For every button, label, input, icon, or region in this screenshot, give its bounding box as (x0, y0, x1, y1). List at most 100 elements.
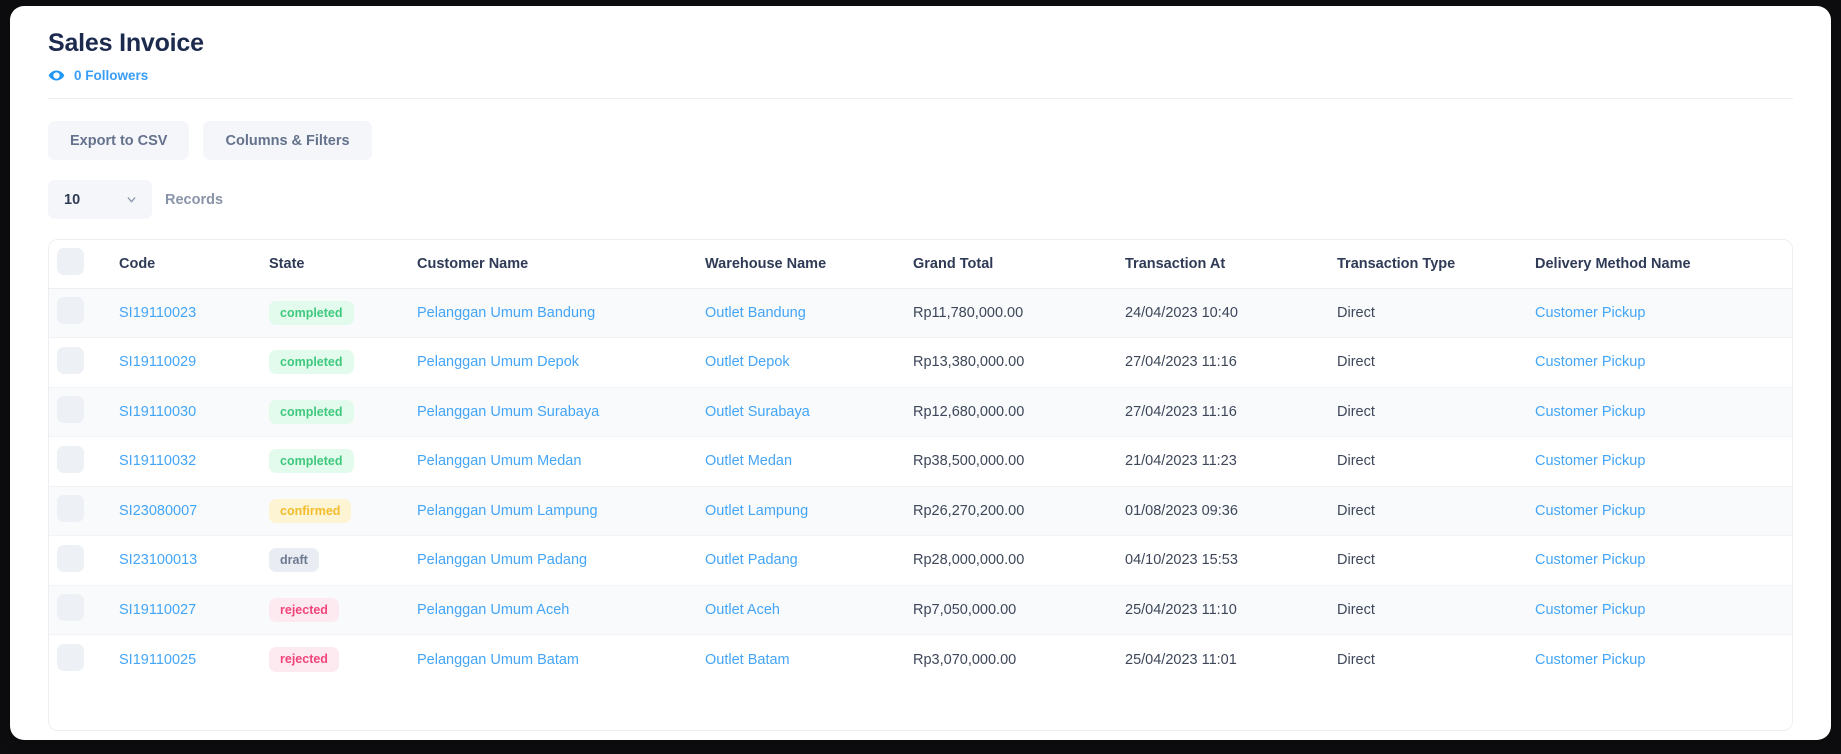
cell-state: rejected (261, 585, 409, 635)
cell-delivery-method-name: Customer Pickup (1527, 387, 1792, 437)
code-link[interactable]: SI19110032 (119, 453, 196, 469)
pagination-clipped (10, 739, 1831, 740)
cell-transaction-type: Direct (1329, 535, 1527, 586)
row-select-cell (49, 486, 111, 536)
status-badge: confirmed (269, 498, 352, 523)
column-header-delivery-method-name[interactable]: Delivery Method Name (1527, 240, 1792, 289)
warehouse-name-link[interactable]: Outlet Batam (705, 652, 790, 668)
cell-customer-name: Pelanggan Umum Surabaya (409, 387, 697, 437)
cell-grand-total: Rp28,000,000.00 (905, 535, 1117, 586)
code-link[interactable]: SI23100013 (119, 552, 197, 568)
warehouse-name-link[interactable]: Outlet Depok (705, 354, 790, 370)
cell-warehouse-name: Outlet Bandung (697, 288, 905, 338)
cell-transaction-type: Direct (1329, 387, 1527, 437)
cell-grand-total: Rp12,680,000.00 (905, 387, 1117, 437)
row-checkbox[interactable] (57, 346, 84, 374)
table-row[interactable]: SI19110029 completed Pelanggan Umum Depok O… (49, 337, 1792, 388)
cell-state: completed (261, 337, 409, 388)
table-row[interactable]: SI19110032 completed Pelanggan Umum Medan O… (49, 436, 1792, 487)
warehouse-name-link[interactable]: Outlet Surabaya (705, 404, 810, 420)
table-row[interactable]: SI19110023 completed Pelanggan Umum Bandun… (49, 288, 1792, 338)
customer-name-link[interactable]: Pelanggan Umum Batam (417, 652, 579, 668)
columns-and-filters-button[interactable]: Columns & Filters (203, 121, 372, 160)
export-to-csv-button[interactable]: Export to CSV (48, 121, 190, 160)
row-select-cell (49, 634, 111, 684)
delivery-method-link[interactable]: Customer Pickup (1535, 354, 1645, 370)
cell-transaction-type: Direct (1329, 337, 1527, 388)
delivery-method-link[interactable]: Customer Pickup (1535, 503, 1645, 519)
records-per-page-select[interactable]: 10 (48, 180, 152, 219)
cell-code: SI19110029 (111, 337, 261, 388)
row-checkbox[interactable] (57, 495, 84, 523)
code-link[interactable]: SI23080007 (119, 503, 197, 519)
table-row[interactable]: SI19110025 rejected Pelanggan Umum Batam Ou… (49, 634, 1792, 684)
customer-name-link[interactable]: Pelanggan Umum Medan (417, 453, 581, 469)
cell-warehouse-name: Outlet Batam (697, 634, 905, 684)
column-header-transaction-type[interactable]: Transaction Type (1329, 240, 1527, 289)
cell-code: SI23080007 (111, 486, 261, 536)
cell-customer-name: Pelanggan Umum Aceh (409, 585, 697, 635)
row-checkbox[interactable] (57, 396, 84, 424)
delivery-method-link[interactable]: Customer Pickup (1535, 602, 1645, 618)
warehouse-name-link[interactable]: Outlet Lampung (705, 503, 808, 519)
cell-grand-total: Rp26,270,200.00 (905, 486, 1117, 536)
customer-name-link[interactable]: Pelanggan Umum Aceh (417, 602, 569, 618)
followers-row[interactable]: 0 Followers (48, 67, 1793, 84)
select-all-checkbox[interactable] (57, 248, 84, 276)
table-row[interactable]: SI23100013 draft Pelanggan Umum Padang Outl… (49, 535, 1792, 586)
cell-warehouse-name: Outlet Surabaya (697, 387, 905, 437)
customer-name-link[interactable]: Pelanggan Umum Surabaya (417, 404, 599, 420)
table-head: Code State Customer Name Warehouse Name … (49, 240, 1792, 289)
status-badge: completed (269, 399, 354, 424)
row-checkbox[interactable] (57, 445, 84, 473)
code-link[interactable]: SI19110029 (119, 354, 196, 370)
column-header-code[interactable]: Code (111, 240, 261, 289)
code-link[interactable]: SI19110027 (119, 602, 196, 618)
delivery-method-link[interactable]: Customer Pickup (1535, 305, 1645, 321)
cell-warehouse-name: Outlet Medan (697, 436, 905, 487)
row-checkbox[interactable] (57, 644, 84, 671)
customer-name-link[interactable]: Pelanggan Umum Bandung (417, 305, 595, 321)
code-link[interactable]: SI19110023 (119, 305, 196, 321)
column-header-state[interactable]: State (261, 240, 409, 289)
row-checkbox[interactable] (57, 594, 84, 622)
warehouse-name-link[interactable]: Outlet Aceh (705, 602, 780, 618)
table-row[interactable]: SI23080007 confirmed Pelanggan Umum Lampun… (49, 486, 1792, 536)
delivery-method-link[interactable]: Customer Pickup (1535, 652, 1645, 668)
column-header-customer-name[interactable]: Customer Name (409, 240, 697, 289)
customer-name-link[interactable]: Pelanggan Umum Lampung (417, 503, 598, 519)
cell-transaction-at: 21/04/2023 11:23 (1117, 436, 1329, 487)
table-row[interactable]: SI19110027 rejected Pelanggan Umum Aceh Out… (49, 585, 1792, 635)
code-link[interactable]: SI19110025 (119, 652, 196, 668)
row-select-cell (49, 436, 111, 487)
table-header-row: Code State Customer Name Warehouse Name … (49, 240, 1792, 289)
warehouse-name-link[interactable]: Outlet Padang (705, 552, 798, 568)
cell-customer-name: Pelanggan Umum Depok (409, 337, 697, 388)
row-checkbox[interactable] (57, 297, 84, 325)
delivery-method-link[interactable]: Customer Pickup (1535, 453, 1645, 469)
cell-grand-total: Rp7,050,000.00 (905, 585, 1117, 635)
delivery-method-link[interactable]: Customer Pickup (1535, 552, 1645, 568)
records-per-page-value: 10 (64, 191, 81, 208)
delivery-method-link[interactable]: Customer Pickup (1535, 404, 1645, 420)
row-checkbox[interactable] (57, 544, 84, 572)
table-row[interactable]: SI19110030 completed Pelanggan Umum Suraba… (49, 387, 1792, 437)
customer-name-link[interactable]: Pelanggan Umum Depok (417, 354, 579, 370)
column-header-transaction-at[interactable]: Transaction At (1117, 240, 1329, 289)
page-title: Sales Invoice (48, 29, 204, 57)
column-header-warehouse-name[interactable]: Warehouse Name (697, 240, 905, 289)
customer-name-link[interactable]: Pelanggan Umum Padang (417, 552, 587, 568)
row-select-cell (49, 288, 111, 338)
column-header-grand-total[interactable]: Grand Total (905, 240, 1117, 289)
warehouse-name-link[interactable]: Outlet Bandung (705, 305, 806, 321)
table-body: SI19110023 completed Pelanggan Umum Bandun… (49, 288, 1792, 684)
warehouse-name-link[interactable]: Outlet Medan (705, 453, 792, 469)
cell-grand-total: Rp38,500,000.00 (905, 436, 1117, 487)
cell-code: SI23100013 (111, 535, 261, 586)
screen-frame: Sales Invoice 0 Followers Export to CSV … (0, 0, 1841, 754)
row-select-cell (49, 387, 111, 437)
cell-delivery-method-name: Customer Pickup (1527, 535, 1792, 586)
code-link[interactable]: SI19110030 (119, 404, 196, 420)
cell-transaction-at: 27/04/2023 11:16 (1117, 337, 1329, 388)
cell-code: SI19110025 (111, 634, 261, 684)
